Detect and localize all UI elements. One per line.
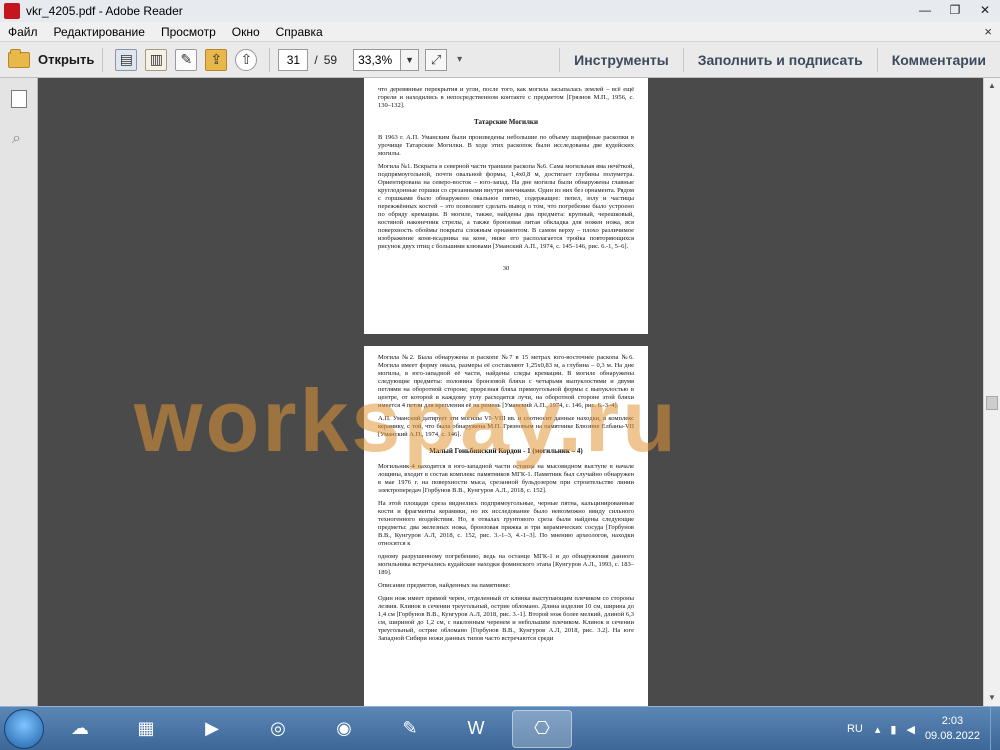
taskbar-app-firefox[interactable]: ◉ [314,710,374,748]
system-tray: RU ▴ ▮ ◀ 2:03 09.08.2022 [847,707,1000,750]
taskbar-app-word[interactable]: W [446,710,506,748]
clock-date: 09.08.2022 [924,730,980,742]
toolbar: Открыть ▤ ▥ ✎ ⇪ ⇧ 31 / 59 33,3% ▼ ⤢ ▾ Ин… [0,42,1000,78]
title-bar: vkr_4205.pdf - Adobe Reader — ❐ ✕ [0,0,1000,22]
page-number-input[interactable]: 31 [278,48,309,71]
tools-button[interactable]: Инструменты [559,48,683,72]
menu-file[interactable]: Файл [0,25,46,39]
more-tools-icon[interactable]: ▾ [457,54,462,65]
right-panels: Инструменты Заполнить и подписать Коммен… [559,42,1000,78]
taskbar-app-cloud[interactable]: ☁ [50,710,110,748]
create-pdf-icon[interactable]: ▤ [115,48,138,71]
clock[interactable]: 2:03 09.08.2022 [925,714,980,744]
send-files-icon[interactable]: ⇪ [205,48,228,71]
window-controls: — ❐ ✕ [910,0,1000,20]
show-desktop-button[interactable] [990,707,1000,750]
zoom-dropdown-icon[interactable]: ▼ [401,48,420,71]
taskbar-app-paint[interactable]: ✎ [380,710,440,748]
edit-icon[interactable]: ✎ [175,48,198,71]
menu-bar: Файл Редактирование Просмотр Окно Справк… [0,22,1000,42]
scrollbar-thumb[interactable] [986,396,998,410]
adobe-reader-icon [4,3,20,19]
network-icon[interactable]: ▮ [890,723,896,736]
paragraph: На этой площади среза виднелись подпрямо… [378,500,634,547]
paragraph: А.П. Уманский датирует эти могилы VI–VII… [378,415,634,438]
close-button[interactable]: ✕ [970,0,1000,20]
window-title: vkr_4205.pdf - Adobe Reader [26,4,183,18]
volume-icon[interactable]: ◀ [906,723,914,736]
page-separator: / [314,52,318,67]
fill-sign-button[interactable]: Заполнить и подписать [682,48,877,72]
pdf-page: что деревянные перекрытия и угли, после … [364,78,648,334]
taskbar-app-adobe-reader[interactable]: ⎔ [512,709,572,748]
document-canvas[interactable]: что деревянные перекрытия и угли, после … [39,78,983,706]
page-thumbnails-icon[interactable] [8,87,27,108]
paragraph: Описание предметов, найденных на памятни… [378,582,511,589]
paragraph: одному разрушенному погребению, ведь на … [378,553,634,576]
folder-open-icon [8,48,30,68]
scroll-down-icon[interactable]: ▼ [984,690,1000,706]
toolbar-separator [102,47,104,72]
close-document-icon[interactable]: × [984,24,992,39]
cloud-upload-icon[interactable]: ⇧ [235,48,258,71]
menu-window[interactable]: Окно [224,25,268,39]
taskbar-app-media[interactable]: ▶ [182,710,242,748]
language-indicator[interactable]: RU [847,723,863,735]
open-label: Открыть [38,52,95,67]
zoom-input[interactable]: 33,3% [353,48,402,71]
pdf-page: Могила №2. Была обнаружена в раскопе №7 … [364,346,648,706]
maximize-button[interactable]: ❐ [940,0,970,20]
fit-page-icon[interactable]: ⤢ [425,48,448,71]
paragraph: Могила №2. Была обнаружена в раскопе №7 … [378,354,634,409]
tray-arrow-icon[interactable]: ▴ [875,723,881,736]
open-button[interactable]: Открыть [8,48,95,68]
page-total: 59 [323,52,338,67]
navigation-pane: ⌕ [0,78,38,706]
paragraph: что деревянные перекрытия и угли, после … [378,86,634,109]
page-number: 30 [502,265,510,272]
vertical-scrollbar[interactable]: ▲ ▼ [983,78,1000,706]
paragraph: Один нож имеет прямой черен, отделенный … [378,595,634,642]
section-heading: Татарские Могилки [474,118,538,126]
section-heading: Малый Гоньбинский Кордон - 1 (могильник … [429,447,583,455]
taskbar: ☁ ▦ ▶ ◎ ◉ ✎ W ⎔ RU ▴ ▮ ◀ 2:03 09.08.2022 [0,706,1000,750]
taskbar-app-explorer[interactable]: ▦ [116,710,176,748]
clock-time: 2:03 [941,715,964,727]
toolbar-separator [269,47,271,72]
attachments-icon[interactable]: ⌕ [12,130,21,148]
taskbar-app-browser[interactable]: ◎ [248,710,308,748]
paragraph: Могильник-4 находится в юго-западной час… [378,463,634,494]
export-icon[interactable]: ▥ [145,48,168,71]
minimize-button[interactable]: — [910,0,940,20]
comments-button[interactable]: Комментарии [876,48,1000,72]
paragraph: В 1963 г. А.П. Уманским были произведены… [378,134,634,157]
menu-help[interactable]: Справка [268,25,331,39]
menu-edit[interactable]: Редактирование [46,25,153,39]
scroll-up-icon[interactable]: ▲ [984,78,1000,94]
menu-view[interactable]: Просмотр [153,25,224,39]
paragraph: Могила №1. Вскрыта в северной части тран… [378,163,634,250]
start-button[interactable] [4,708,44,749]
